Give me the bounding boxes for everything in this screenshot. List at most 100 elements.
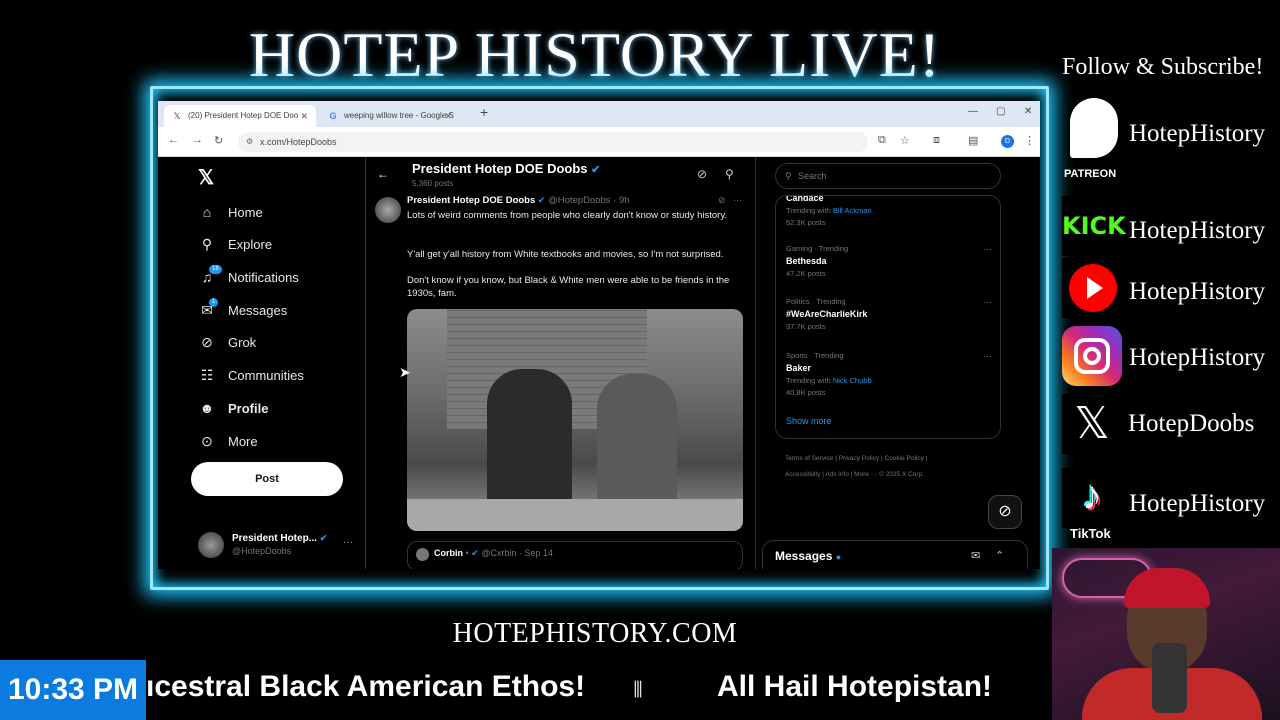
forward-icon[interactable]: →: [192, 134, 203, 146]
account-name: President Hotep...: [232, 533, 318, 544]
trending-with-label: Trending with: [786, 376, 831, 385]
x-brand-icon: 𝕏: [1062, 394, 1122, 454]
social-instagram[interactable]: HotepHistory: [1062, 326, 1280, 386]
quote-author: Corbin: [434, 548, 463, 558]
nav-home[interactable]: ⌂ Home: [198, 200, 263, 224]
trend-item[interactable]: Sports · Trending Baker Trending with Ni…: [786, 351, 992, 397]
tab-google-search[interactable]: G weeping willow tree - Google S ✕: [320, 105, 460, 127]
more-dots-icon[interactable]: ···: [983, 244, 992, 254]
trend-item[interactable]: Politics · Trending #WeAreCharlieKirk 37…: [786, 297, 992, 331]
back-arrow-icon[interactable]: ←: [377, 167, 389, 181]
social-tiktok[interactable]: ♪ TikTok HotepHistory: [1062, 468, 1280, 541]
compose-message-icon[interactable]: ✉: [971, 549, 980, 562]
reload-icon[interactable]: ↻: [214, 134, 223, 147]
footer-link[interactable]: Accessibility: [785, 471, 820, 478]
menu-icon[interactable]: ⋮: [1024, 134, 1035, 147]
install-icon[interactable]: ⧉: [878, 134, 886, 147]
nav-explore[interactable]: ⚲ Explore: [198, 232, 272, 256]
photo-man-right: [597, 374, 677, 519]
messages-drawer[interactable]: Messages ● ✉ ⌃: [762, 540, 1028, 569]
footer-links: Terms of Service | Privacy Policy | Cook…: [785, 455, 928, 478]
footer-link[interactable]: Ads info: [825, 471, 849, 478]
search-input[interactable]: ⚲ Search: [775, 163, 1001, 189]
post-button[interactable]: Post: [191, 462, 343, 496]
social-handle: HotepHistory: [1129, 344, 1266, 371]
social-youtube[interactable]: HotepHistory: [1062, 258, 1280, 318]
trend-name: Baker: [786, 363, 812, 373]
tweet-photo[interactable]: [407, 309, 743, 531]
social-x[interactable]: 𝕏 HotepDoobs: [1062, 394, 1280, 454]
tiktok-icon: ♪: [1062, 468, 1122, 528]
search-icon[interactable]: ⚲: [725, 167, 734, 181]
more-dots-icon[interactable]: ···: [733, 195, 742, 205]
grok-icon[interactable]: ⊘: [697, 167, 707, 181]
kick-icon: KICK: [1062, 196, 1126, 256]
tweet-handle: @HotepDoobs: [548, 195, 611, 206]
close-window-icon[interactable]: ✕: [1024, 106, 1032, 117]
nav-communities[interactable]: ☷ Communities: [198, 363, 304, 387]
address-bar-row: ← → ↻ ⚙ x.com/HotepDoobs ⧉ ☆ ⧈ ▤ D ⋮: [158, 127, 1040, 157]
minimize-icon[interactable]: —: [968, 106, 978, 117]
tweet-author: President Hotep DOE Doobs: [407, 195, 536, 206]
channel-logo-icon: ⦀: [633, 677, 643, 702]
nav-grok[interactable]: ⊘ Grok: [198, 330, 256, 354]
tweet-text-line: Y'all get y'all history from White textb…: [407, 249, 724, 260]
bookmark-star-icon[interactable]: ☆: [900, 134, 910, 147]
footer-link[interactable]: Privacy Policy: [839, 455, 879, 462]
extensions-icon[interactable]: ⧈: [933, 134, 940, 147]
profile-title: President Hotep DOE Doobs: [412, 161, 588, 176]
trend-name: Candace: [786, 195, 824, 203]
social-kick[interactable]: KICK HotepHistory: [1062, 196, 1280, 256]
account-switcher[interactable]: President Hotep... ✔ @HotepDoobs ···: [198, 529, 368, 559]
verified-badge-icon: ✔: [319, 533, 328, 543]
home-icon: ⌂: [202, 204, 212, 220]
footer-link[interactable]: More ···: [854, 471, 877, 478]
url-bar[interactable]: ⚙ x.com/HotepDoobs: [238, 132, 868, 152]
more-circle-icon: ⊙: [201, 433, 213, 449]
nav-more[interactable]: ⊙ More: [198, 429, 258, 453]
nav-profile[interactable]: ☻ Profile: [198, 396, 269, 420]
footer-link[interactable]: Cookie Policy: [885, 455, 924, 462]
trend-category: Gaming · Trending: [786, 244, 849, 253]
close-tab-icon[interactable]: ✕: [300, 105, 308, 127]
nav-notifications[interactable]: ♫ Notifications 18: [198, 265, 299, 289]
google-icon: G: [329, 111, 337, 121]
nav-messages[interactable]: ✉ Messages 1: [198, 298, 287, 322]
social-handle: HotepDoobs: [1128, 410, 1255, 437]
trend-related-link[interactable]: Nick Chubb: [833, 376, 872, 385]
social-handle: HotepHistory: [1129, 217, 1266, 244]
show-more-link[interactable]: Show more: [786, 416, 832, 426]
social-handle: HotepHistory: [1129, 278, 1266, 305]
profile-avatar[interactable]: D: [1001, 135, 1014, 148]
profile-header: ← President Hotep DOE Doobs ✔ 5,360 post…: [365, 157, 755, 193]
grok-icon[interactable]: ⊘: [718, 195, 726, 206]
trend-item[interactable]: Candace Trending with Bill Ackman 52.3K …: [786, 195, 986, 227]
new-tab-button[interactable]: +: [480, 104, 488, 120]
grok-floating-button[interactable]: ⊘: [988, 495, 1022, 529]
quoted-tweet[interactable]: Corbin • ✔ @Cxrbin · Sep 14: [407, 541, 743, 569]
trend-name: #WeAreCharlieKirk: [786, 309, 868, 319]
close-tab-icon[interactable]: ✕: [444, 105, 452, 127]
streamer-cap: [1124, 568, 1210, 608]
copyright: © 2025 X Corp.: [879, 471, 924, 478]
news-ticker: 10:33 PM ıcestral Black American Ethos! …: [0, 660, 1052, 720]
post-count: 5,360 posts: [412, 179, 454, 188]
x-logo-icon[interactable]: 𝕏: [198, 165, 214, 190]
expand-chevron-icon[interactable]: ⌃: [995, 549, 1004, 562]
more-dots-icon[interactable]: ···: [983, 351, 992, 361]
site-info-icon[interactable]: ⚙: [246, 132, 253, 152]
search-icon: ⚲: [785, 171, 792, 181]
sidebar-icon[interactable]: ▤: [968, 134, 978, 147]
trend-related-link[interactable]: Bill Ackman: [833, 206, 872, 215]
more-dots-icon[interactable]: ···: [983, 297, 992, 307]
social-patreon[interactable]: PATREON HotepHistory: [1062, 96, 1280, 180]
restore-icon[interactable]: ▢: [996, 106, 1005, 117]
back-icon[interactable]: ←: [168, 134, 179, 146]
trend-item[interactable]: Gaming · Trending Bethesda 47.2K posts ·…: [786, 244, 992, 278]
unread-dot-icon: ●: [835, 552, 842, 562]
show-title: HOTEP HISTORY LIVE!: [248, 19, 942, 90]
tab-x-profile[interactable]: 𝕏 (20) President Hotep DOE Doo ✕: [164, 105, 316, 127]
trending-with-label: Trending with: [786, 206, 831, 215]
more-dots-icon[interactable]: ···: [343, 537, 353, 548]
footer-link[interactable]: Terms of Service: [785, 455, 833, 462]
